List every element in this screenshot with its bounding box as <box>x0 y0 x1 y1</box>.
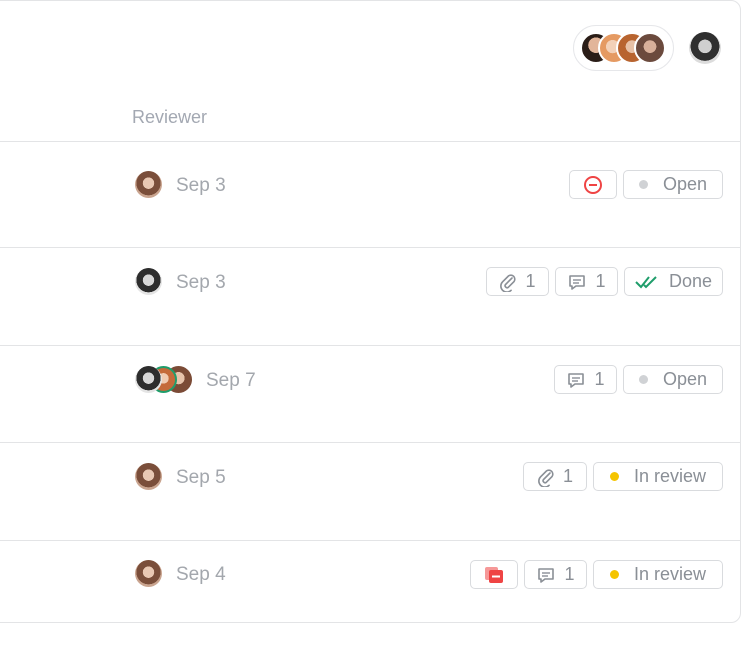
status-badge[interactable]: In review <box>593 560 723 589</box>
attachments-badge[interactable]: 1 <box>486 267 549 296</box>
comment-icon <box>567 272 587 292</box>
comment-icon <box>566 370 586 390</box>
blocked-badge[interactable] <box>470 560 518 589</box>
divider <box>0 540 741 541</box>
divider <box>0 141 741 142</box>
current-user-avatar[interactable] <box>689 32 721 64</box>
due-date: Sep 7 <box>206 370 256 391</box>
blocked-icon <box>583 175 603 195</box>
reviewer-avatar <box>135 463 162 490</box>
members-avatar-group[interactable] <box>573 25 674 71</box>
reviewer-avatar <box>135 268 162 295</box>
task-panel <box>0 0 741 623</box>
status-dot <box>638 375 648 384</box>
due-date: Sep 3 <box>176 272 226 293</box>
reviewer-avatar <box>135 366 162 393</box>
reviewer-column-header[interactable]: Reviewer <box>132 107 207 128</box>
due-date: Sep 4 <box>176 564 226 585</box>
blocked-badge[interactable] <box>569 170 617 199</box>
comment-icon <box>536 565 556 585</box>
comments-badge[interactable]: 1 <box>555 267 618 296</box>
stacked-blocked-icon <box>483 565 505 585</box>
member-avatar <box>634 32 666 64</box>
paperclip-icon <box>537 467 555 487</box>
status-badge[interactable]: Open <box>623 170 723 199</box>
divider <box>0 247 741 248</box>
comments-badge[interactable]: 1 <box>524 560 587 589</box>
divider <box>0 345 741 346</box>
status-badge[interactable]: Done <box>624 267 723 296</box>
paperclip-icon <box>499 272 517 292</box>
attachments-badge[interactable]: 1 <box>523 462 587 491</box>
status-badge[interactable]: Open <box>623 365 723 394</box>
reviewer-avatar <box>135 560 162 587</box>
status-badge[interactable]: In review <box>593 462 723 491</box>
status-dot <box>609 472 619 481</box>
double-check-icon <box>635 275 659 289</box>
status-dot <box>638 180 648 189</box>
comments-badge[interactable]: 1 <box>554 365 617 394</box>
due-date: Sep 3 <box>176 175 226 196</box>
status-dot <box>609 570 619 579</box>
due-date: Sep 5 <box>176 467 226 488</box>
reviewer-avatar <box>135 171 162 198</box>
divider <box>0 442 741 443</box>
